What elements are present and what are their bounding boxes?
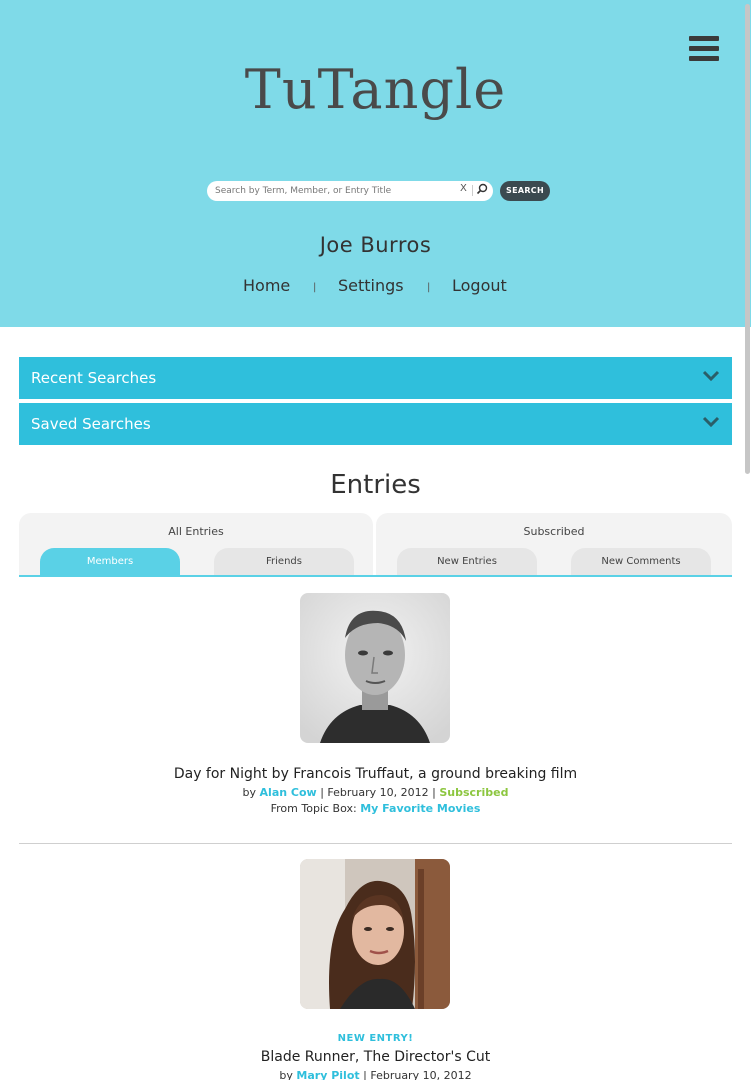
- chevron-down-icon: [702, 416, 720, 428]
- search-input[interactable]: [215, 183, 460, 199]
- topic-link[interactable]: My Favorite Movies: [360, 802, 480, 815]
- recent-searches-accordion[interactable]: Recent Searches: [19, 357, 732, 399]
- entries-heading: Entries: [330, 470, 421, 500]
- nav-settings-link[interactable]: Settings: [338, 276, 404, 295]
- entry-title-link[interactable]: Blade Runner, The Director's Cut: [0, 1049, 751, 1065]
- entry-meta: by Alan Cow | February 10, 2012 | Subscr…: [0, 786, 751, 799]
- chevron-down-icon: [702, 370, 720, 382]
- site-header: TuTangle X SEARCH Joe Burros Home | Sett…: [0, 0, 751, 327]
- search-icon[interactable]: [475, 182, 489, 198]
- entry-meta: by Mary Pilot | February 10, 2012: [0, 1069, 751, 1080]
- by-label: by: [242, 786, 257, 799]
- author-link[interactable]: Mary Pilot: [296, 1069, 359, 1080]
- subscribed-status: Subscribed: [439, 786, 509, 799]
- author-link[interactable]: Alan Cow: [260, 786, 317, 799]
- main-nav: Home | Settings | Logout: [0, 276, 751, 298]
- tab-friends[interactable]: Friends: [214, 548, 354, 576]
- nav-separator: |: [313, 282, 317, 293]
- tab-members[interactable]: Members: [40, 548, 180, 576]
- tab-subscribed[interactable]: Subscribed: [376, 525, 732, 538]
- topic-label: From Topic Box:: [270, 802, 357, 815]
- entry-topic: From Topic Box: My Favorite Movies: [0, 802, 751, 815]
- entry-title-link[interactable]: Day for Night by Francois Truffaut, a gr…: [0, 766, 751, 782]
- user-name: Joe Burros: [319, 233, 432, 257]
- scrollbar[interactable]: [745, 0, 751, 1080]
- hamburger-icon[interactable]: [689, 36, 719, 62]
- author-avatar[interactable]: [300, 859, 450, 1009]
- entry-date: | February 10, 2012 |: [320, 786, 436, 799]
- all-entries-tab-group: All Entries Members Friends: [19, 513, 373, 576]
- saved-searches-accordion[interactable]: Saved Searches: [19, 403, 732, 445]
- accordion-label: Recent Searches: [31, 369, 157, 387]
- search-clear-button[interactable]: X: [460, 183, 467, 194]
- entry-date: | February 10, 2012: [363, 1069, 472, 1080]
- tab-new-entries[interactable]: New Entries: [397, 548, 537, 576]
- subscribed-tab-group: Subscribed New Entries New Comments: [376, 513, 732, 576]
- search-box: [207, 181, 493, 201]
- search-divider: [472, 185, 473, 196]
- accordion-label: Saved Searches: [31, 415, 151, 433]
- site-logo[interactable]: TuTangle: [0, 58, 751, 121]
- new-entry-badge: NEW ENTRY!: [337, 1033, 414, 1044]
- author-avatar[interactable]: [300, 593, 450, 743]
- tab-all-entries[interactable]: All Entries: [19, 525, 373, 538]
- nav-home-link[interactable]: Home: [243, 276, 290, 295]
- entry-divider: [19, 843, 732, 844]
- nav-logout-link[interactable]: Logout: [452, 276, 507, 295]
- scrollbar-thumb[interactable]: [745, 4, 750, 474]
- search-button[interactable]: SEARCH: [500, 181, 550, 201]
- by-label: by: [279, 1069, 293, 1080]
- nav-separator: |: [427, 282, 431, 293]
- tab-underline: [19, 575, 732, 577]
- tab-new-comments[interactable]: New Comments: [571, 548, 711, 576]
